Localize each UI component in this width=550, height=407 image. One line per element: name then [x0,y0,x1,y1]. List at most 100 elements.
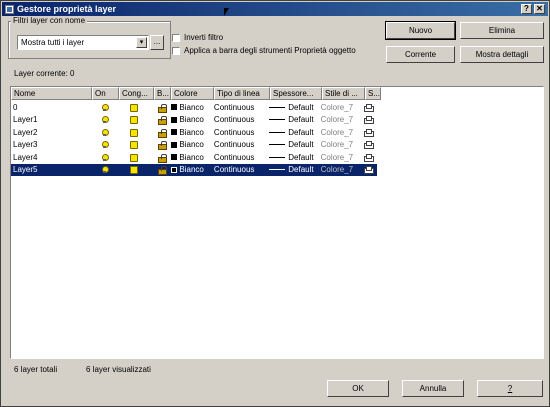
lock-icon[interactable] [157,153,167,163]
plot-cell[interactable] [361,139,377,151]
on-cell[interactable] [91,126,118,138]
table-row[interactable]: 0 Bianco Continuous Default Colore_7 [11,101,377,113]
column-header-plot[interactable]: S... [365,87,381,100]
filter-combo[interactable]: Mostra tutti i layer ▾ [17,35,149,50]
column-header-lock[interactable]: B... [154,87,171,100]
sun-icon[interactable] [129,166,138,174]
column-header-lineweight[interactable]: Spessore... [270,87,322,100]
layer-name-cell[interactable]: 0 [11,101,91,113]
help-title-button[interactable]: ? [521,4,532,14]
color-cell[interactable]: Bianco [169,126,212,138]
delete-layer-button[interactable]: Elimina [460,22,544,39]
column-header-color[interactable]: Colore [171,87,214,100]
printer-icon[interactable] [364,103,375,112]
layer-name-cell[interactable]: Layer5 [11,164,91,176]
lock-cell[interactable] [153,164,170,176]
on-cell[interactable] [91,151,118,163]
color-cell[interactable]: Bianco [169,114,212,126]
printer-icon[interactable] [364,128,375,137]
lightbulb-icon[interactable] [101,116,110,123]
lock-cell[interactable] [153,114,170,126]
lightbulb-icon[interactable] [101,103,110,111]
apply-toolbar-checkbox[interactable]: Applica a barra degli strumenti Propriet… [172,46,356,55]
title-bar[interactable]: Gestore proprietà layer ? ✕ [2,2,548,16]
plot-cell[interactable] [361,164,377,176]
layer-name-cell[interactable]: Layer1 [11,114,91,126]
printer-icon[interactable] [364,116,375,124]
lineweight-cell[interactable]: Default [267,126,318,138]
chevron-down-icon[interactable]: ▾ [136,37,147,48]
column-header-plotstyle[interactable]: Stile di ... [322,87,365,100]
cancel-button[interactable]: Annulla [402,380,464,397]
checkbox-box[interactable] [172,46,180,55]
lineweight-cell[interactable]: Default [267,101,318,113]
plot-cell[interactable] [361,114,377,126]
plotstyle-cell[interactable]: Colore_7 [319,164,362,176]
color-cell[interactable]: Bianco [169,151,212,163]
filter-browse-button[interactable]: ... [150,35,164,50]
printer-icon[interactable] [364,153,375,162]
lineweight-cell[interactable]: Default [267,139,318,151]
layer-name-cell[interactable]: Layer3 [11,139,91,151]
on-cell[interactable] [91,164,118,176]
lock-icon[interactable] [157,141,167,150]
linetype-cell[interactable]: Continuous [212,126,267,138]
freeze-cell[interactable] [118,164,153,176]
layer-name-cell[interactable]: Layer4 [11,151,91,163]
lightbulb-icon[interactable] [101,128,110,136]
lock-cell[interactable] [153,126,170,138]
column-header-linetype[interactable]: Tipo di linea [214,87,270,100]
freeze-cell[interactable] [118,151,153,163]
lineweight-cell[interactable]: Default [267,114,318,126]
color-cell[interactable]: Bianco [169,139,212,151]
lightbulb-icon[interactable] [101,153,110,161]
column-header-freeze[interactable]: Cong... [119,87,154,100]
lock-cell[interactable] [153,139,170,151]
plotstyle-cell[interactable]: Colore_7 [319,126,362,138]
on-cell[interactable] [91,139,118,151]
layer-list[interactable]: Nome On Cong... B... Colore Tipo di line… [10,86,544,359]
linetype-cell[interactable]: Continuous [212,139,267,151]
linetype-cell[interactable]: Continuous [212,114,267,126]
table-row[interactable]: Layer2 Bianco Continuous Default Colore_7 [11,126,377,138]
freeze-cell[interactable] [118,139,153,151]
lightbulb-icon[interactable] [101,141,110,148]
column-header-on[interactable]: On [92,87,119,100]
close-icon[interactable]: ✕ [534,4,545,14]
plot-cell[interactable] [361,126,377,138]
lock-icon[interactable] [157,116,167,125]
help-button[interactable]: ? [477,380,543,397]
table-row[interactable]: Layer5 Bianco Continuous Default Colore_7 [11,163,377,176]
checkbox-box[interactable] [172,33,180,42]
table-row[interactable]: Layer1 Bianco Continuous Default Colore_7 [11,114,377,126]
on-cell[interactable] [91,101,118,113]
linetype-cell[interactable]: Continuous [212,164,267,176]
printer-icon[interactable] [364,141,375,149]
lock-icon[interactable] [157,103,167,113]
lineweight-cell[interactable]: Default [267,151,318,163]
show-details-button[interactable]: Mostra dettagli [460,46,544,63]
layer-name-cell[interactable]: Layer2 [11,126,91,138]
sun-icon[interactable] [129,153,138,162]
plotstyle-cell[interactable]: Colore_7 [319,114,362,126]
new-layer-button[interactable]: Nuovo [385,21,456,40]
freeze-cell[interactable] [118,126,153,138]
lightbulb-icon[interactable] [101,166,110,173]
plotstyle-cell[interactable]: Colore_7 [319,139,362,151]
freeze-cell[interactable] [118,101,153,113]
lineweight-cell[interactable]: Default [267,164,318,176]
color-cell[interactable]: Bianco [169,164,212,176]
plotstyle-cell[interactable]: Colore_7 [319,151,362,163]
sun-icon[interactable] [129,116,138,124]
sun-icon[interactable] [129,103,138,112]
printer-icon[interactable] [364,166,375,174]
lock-icon[interactable] [157,166,167,175]
color-cell[interactable]: Bianco [169,101,212,113]
plot-cell[interactable] [361,151,377,163]
lock-icon[interactable] [157,128,167,138]
ok-button[interactable]: OK [327,380,389,397]
on-cell[interactable] [91,114,118,126]
lock-cell[interactable] [153,151,170,163]
invert-filter-checkbox[interactable]: Inverti filtro [172,33,223,42]
freeze-cell[interactable] [118,114,153,126]
